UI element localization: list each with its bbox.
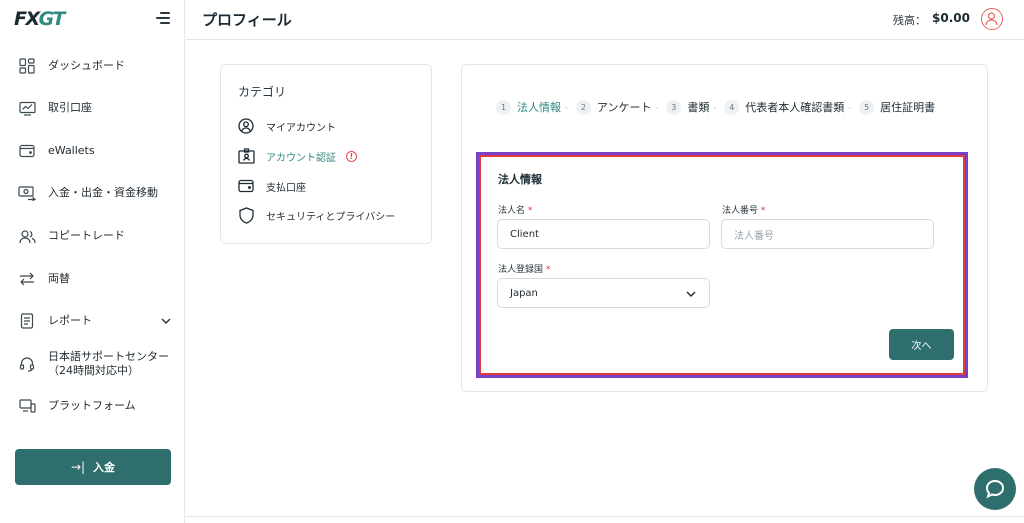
sidebar-item-ewallets[interactable]: eWallets: [0, 135, 185, 167]
form-title: 法人情報: [498, 173, 542, 186]
sidebar-item-label: 入金・出金・資金移動: [48, 186, 158, 199]
next-button[interactable]: 次へ: [889, 329, 954, 360]
step-documents[interactable]: 3 書類 -: [666, 99, 716, 115]
chevron-down-icon[interactable]: [160, 315, 172, 327]
category-item-my-account[interactable]: マイアカウント: [237, 116, 336, 136]
step-indicator: 1 法人情報 - 2 アンケート - 3 書類 - 4 代表者本人確認書類 - …: [496, 99, 943, 115]
shield-icon: [237, 206, 255, 224]
sidebar-item-label: レポート: [48, 314, 92, 327]
sidebar-item-report[interactable]: レポート: [0, 305, 185, 337]
step-separator-icon: -: [655, 102, 659, 112]
sidebar-item-platform[interactable]: プラットフォーム: [0, 390, 185, 422]
registration-country-label: 法人登録国 *: [498, 265, 551, 275]
sidebar-item-label: 取引口座: [48, 101, 92, 114]
avatar[interactable]: [981, 8, 1003, 30]
balance-label: 残高：: [893, 14, 926, 27]
highlight-frame: 法人情報 法人名 * Client 法人番号 * 法人番号 法人登録国 * Ja…: [476, 152, 968, 378]
sidebar-item-copy-trade[interactable]: コピートレード: [0, 220, 185, 252]
wallet-icon: [18, 142, 36, 160]
company-number-label: 法人番号 *: [722, 206, 766, 216]
trading-account-icon: [18, 99, 36, 117]
support-headset-icon: [18, 355, 36, 373]
sidebar-item-support[interactable]: 日本語サポートセンター （24時間対応中）: [0, 347, 185, 381]
sidebar-item-dashboard[interactable]: ダッシュボード: [0, 50, 185, 82]
copy-trade-icon: [18, 227, 36, 245]
menu-toggle-icon[interactable]: [156, 12, 170, 26]
company-name-field[interactable]: Client: [497, 219, 710, 249]
login-arrow-icon: →|: [70, 460, 86, 474]
verification-card: 1 法人情報 - 2 アンケート - 3 書類 - 4 代表者本人確認書類 - …: [461, 64, 988, 392]
chevron-down-icon: [686, 291, 696, 297]
step-corporate-info[interactable]: 1 法人情報 -: [496, 99, 568, 115]
deposit-button[interactable]: →| 入金: [15, 449, 171, 485]
chat-button[interactable]: [974, 468, 1016, 510]
corporate-info-form: 法人情報 法人名 * Client 法人番号 * 法人番号 法人登録国 * Ja…: [479, 155, 965, 375]
company-name-label: 法人名 *: [498, 206, 533, 216]
top-header: プロフィール 残高： $0.00: [186, 0, 1024, 40]
category-card: カテゴリ マイアカウント アカウント認証 ! 支払口座 セキュリティとプライバシ…: [220, 64, 432, 244]
platform-icon: [18, 397, 36, 415]
wallet-icon: [237, 177, 255, 195]
step-questionnaire[interactable]: 2 アンケート -: [575, 99, 659, 115]
sidebar-item-label: 両替: [48, 272, 70, 285]
company-number-field[interactable]: 法人番号: [721, 219, 934, 249]
sidebar: FXGT ダッシュボード 取引口座 eWallets 入金・出金・資金移動 コピ…: [0, 0, 185, 523]
report-icon: [18, 312, 36, 330]
user-circle-icon: [237, 117, 255, 135]
category-title: カテゴリ: [238, 85, 287, 99]
step-representative-id[interactable]: 4 代表者本人確認書類 -: [724, 99, 851, 115]
step-proof-of-residence[interactable]: 5 居住証明書: [859, 99, 935, 115]
warning-icon: !: [346, 150, 357, 162]
step-separator-icon: -: [713, 102, 717, 112]
balance-value: $0.00: [932, 11, 970, 25]
sidebar-item-trading-account[interactable]: 取引口座: [0, 92, 185, 124]
exchange-icon: [18, 270, 36, 288]
category-item-security[interactable]: セキュリティとプライバシー: [237, 205, 395, 225]
sidebar-item-label: コピートレード: [48, 229, 125, 242]
sidebar-item-label: eWallets: [48, 144, 95, 157]
step-separator-icon: -: [848, 102, 852, 112]
dashboard-icon: [18, 57, 36, 75]
sidebar-item-label: 日本語サポートセンター （24時間対応中）: [48, 350, 169, 377]
sidebar-item-funds[interactable]: 入金・出金・資金移動: [0, 177, 185, 209]
category-item-account-verification[interactable]: アカウント認証 !: [237, 146, 357, 166]
registration-country-select[interactable]: Japan: [497, 278, 710, 308]
category-item-payment-account[interactable]: 支払口座: [237, 176, 306, 196]
sidebar-item-label: ダッシュボード: [48, 59, 125, 72]
chat-bubble-icon: [985, 479, 1005, 499]
funds-transfer-icon: [18, 184, 36, 202]
sidebar-item-label: プラットフォーム: [48, 399, 136, 412]
step-separator-icon: -: [565, 102, 568, 112]
sidebar-item-exchange[interactable]: 両替: [0, 263, 185, 295]
footer-divider: [186, 516, 1024, 517]
page-title: プロフィール: [202, 11, 292, 29]
user-icon: [985, 12, 998, 26]
fxgt-logo[interactable]: FXGT: [14, 8, 65, 30]
id-card-icon: [237, 147, 255, 165]
